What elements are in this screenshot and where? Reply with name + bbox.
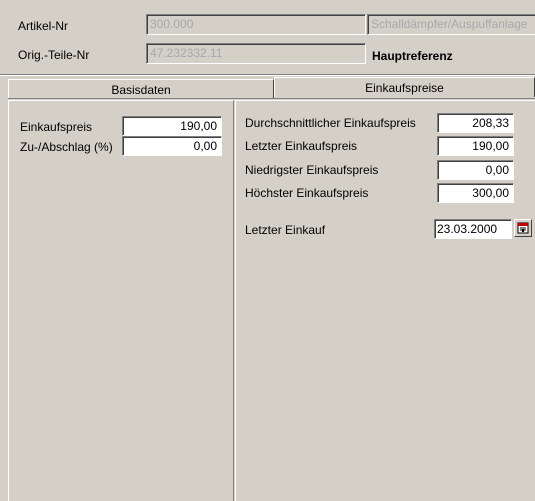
durchschnitt-label: Durchschnittlicher Einkaufspreis	[245, 116, 416, 130]
artikel-description-field[interactable]: Schalldämpfer/Auspuffanlage	[367, 14, 535, 35]
header-divider-highlight	[0, 75, 535, 76]
niedrigster-field[interactable]: 0,00	[437, 160, 514, 180]
calendar-button[interactable]	[514, 219, 532, 237]
left-panel	[8, 100, 234, 501]
calendar-icon	[517, 222, 529, 234]
tab-einkaufspreise[interactable]: Einkaufspreise	[274, 77, 535, 97]
zuschlag-input[interactable]: 0,00	[122, 136, 222, 156]
hoechster-label: Höchster Einkaufspreis	[245, 186, 369, 200]
letzter-einkaufspreis-label: Letzter Einkaufspreis	[245, 139, 358, 153]
hauptreferenz-label: Hauptreferenz	[372, 49, 453, 63]
zuschlag-label: Zu-/Abschlag (%)	[20, 140, 113, 154]
hoechster-field[interactable]: 300,00	[437, 183, 514, 203]
artikel-nr-field[interactable]: 300.000	[146, 14, 366, 35]
letzter-einkauf-label: Letzter Einkauf	[245, 223, 326, 237]
durchschnitt-field[interactable]: 208,33	[437, 113, 514, 133]
tab-baseline	[8, 98, 535, 99]
orig-teile-nr-label: Orig.-Teile-Nr	[18, 48, 90, 62]
tab-basisdaten[interactable]: Basisdaten	[8, 79, 274, 99]
orig-teile-nr-field[interactable]: 47.232332.11	[146, 43, 366, 64]
niedrigster-label: Niedrigster Einkaufspreis	[245, 163, 379, 177]
letzter-einkaufspreis-field[interactable]: 190,00	[437, 136, 514, 156]
einkaufspreis-input[interactable]: 190,00	[122, 116, 222, 136]
einkaufspreis-label: Einkaufspreis	[20, 120, 93, 134]
letzter-einkauf-date-field[interactable]: 23.03.2000	[434, 219, 512, 239]
artikel-nr-label: Artikel-Nr	[18, 19, 68, 33]
